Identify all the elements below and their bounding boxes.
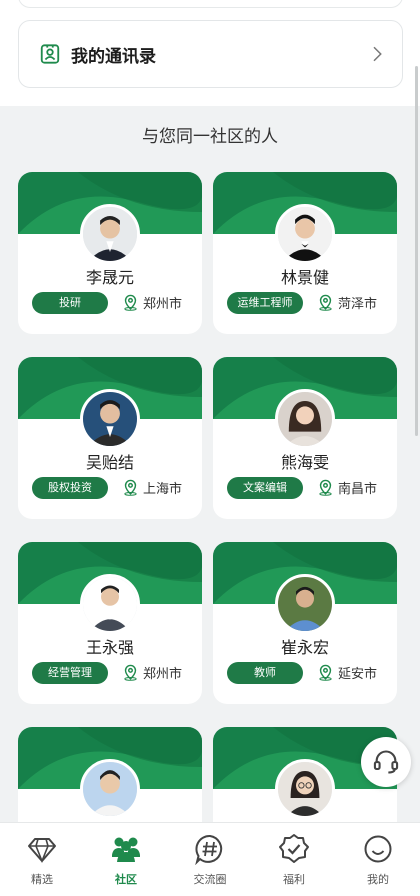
location-pin-icon [319, 294, 332, 311]
city-label: 延安市 [338, 667, 378, 682]
location: 延安市 [317, 663, 377, 682]
person-name: 熊海雯 [280, 453, 329, 472]
location-pin-icon [124, 479, 137, 496]
city-label: 上海市 [143, 482, 183, 497]
tab-featured[interactable]: 精选 [0, 823, 84, 896]
section-title: 与您同一社区的人 [142, 127, 278, 147]
headset-icon [373, 750, 399, 774]
person-name: 王永强 [85, 638, 134, 657]
location: 菏泽市 [317, 293, 377, 312]
previous-card [18, 0, 403, 8]
city-label: 郑州市 [143, 667, 183, 682]
tab-benefits[interactable]: 福利 [252, 823, 336, 896]
person-card[interactable]: 王永强经营管理 郑州市 [18, 542, 202, 704]
tab-circle[interactable]: 交流圈 [168, 823, 252, 896]
job-tag: 教师 [227, 662, 303, 684]
job-tag: 投研 [32, 292, 108, 314]
location: 郑州市 [122, 663, 182, 682]
city-label: 菏泽市 [338, 297, 378, 312]
tab-mine[interactable]: 我的 [336, 823, 420, 896]
chevron-right-icon [373, 46, 382, 62]
person-card[interactable]: 吴贻结股权投资 上海市 [18, 357, 202, 519]
job-tag: 运维工程师 [227, 292, 303, 314]
avatar [275, 574, 335, 634]
community-icon [112, 837, 140, 862]
hashtag-chat-icon [195, 834, 223, 865]
person-name: 李晟元 [85, 268, 134, 287]
location-pin-icon [319, 664, 332, 681]
tab-label: 我的 [367, 873, 389, 886]
tab-label: 福利 [283, 873, 305, 886]
job-tag: 股权投资 [32, 477, 108, 499]
location: 郑州市 [122, 293, 182, 312]
bottom-tab-bar: 精选 社区 交流圈 福利 我的 [0, 822, 420, 896]
person-card[interactable]: 熊海雯文案编辑 南昌市 [213, 357, 397, 519]
avatar [80, 759, 140, 819]
person-card[interactable]: 李晟元投研 郑州市 [18, 172, 202, 334]
person-card[interactable]: 林景健运维工程师 菏泽市 [213, 172, 397, 334]
contacts-icon [40, 44, 60, 64]
avatar [80, 389, 140, 449]
tab-label: 精选 [31, 873, 53, 886]
avatar [80, 574, 140, 634]
my-contacts-label: 我的通讯录 [71, 46, 156, 67]
location-pin-icon [124, 294, 137, 311]
badge-check-icon [279, 834, 309, 863]
my-contacts-entry[interactable]: 我的通讯录 [18, 20, 403, 88]
city-label: 南昌市 [338, 482, 378, 497]
scrollbar[interactable] [415, 66, 418, 436]
location: 南昌市 [317, 478, 377, 497]
avatar [275, 759, 335, 819]
job-tag: 文案编辑 [227, 477, 303, 499]
person-name: 林景健 [280, 268, 329, 287]
person-name: 崔永宏 [280, 638, 329, 657]
location: 上海市 [122, 478, 182, 497]
avatar [275, 204, 335, 264]
tab-label: 交流圈 [193, 873, 227, 886]
person-card[interactable]: 崔永宏教师 延安市 [213, 542, 397, 704]
person-name: 吴贻结 [85, 453, 134, 472]
diamond-icon [28, 838, 56, 864]
customer-service-button[interactable] [361, 737, 411, 787]
smile-icon [364, 835, 392, 863]
location-pin-icon [124, 664, 137, 681]
city-label: 郑州市 [143, 297, 183, 312]
avatar [275, 389, 335, 449]
location-pin-icon [319, 479, 332, 496]
avatar [80, 204, 140, 264]
tab-label: 社区 [115, 873, 137, 886]
tab-community[interactable]: 社区 [84, 823, 168, 896]
job-tag: 经营管理 [32, 662, 108, 684]
